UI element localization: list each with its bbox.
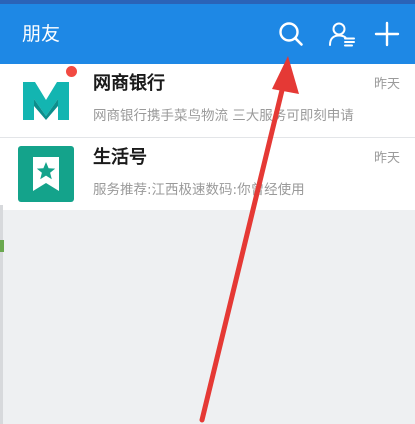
- search-icon[interactable]: [277, 20, 305, 48]
- contact-name: 生活号: [93, 147, 147, 168]
- friends-screen: 朋友 网商银行 昨天 网商银行携手菜鸟物流 三大服务可即刻申请 生活号 昨天 服…: [0, 0, 415, 424]
- mybank-logo: [18, 72, 74, 128]
- contact-time: 昨天: [373, 151, 400, 166]
- page-title: 朋友: [22, 23, 61, 45]
- contacts-icon[interactable]: [328, 20, 356, 48]
- contact-list: 网商银行 昨天 网商银行携手菜鸟物流 三大服务可即刻申请 生活号 昨天 服务推荐…: [0, 64, 415, 210]
- add-icon[interactable]: [373, 20, 401, 48]
- contact-name: 网商银行: [93, 73, 165, 94]
- lifestyle-bookmark-star-icon: [18, 146, 74, 202]
- unread-dot: [65, 65, 78, 78]
- contact-time: 昨天: [373, 77, 400, 92]
- contact-row-mybank[interactable]: 网商银行 昨天 网商银行携手菜鸟物流 三大服务可即刻申请: [0, 64, 415, 137]
- header-accent-strip: [0, 0, 415, 4]
- contact-preview: 网商银行携手菜鸟物流 三大服务可即刻申请: [93, 108, 354, 124]
- header-bar: 朋友: [0, 0, 415, 64]
- contact-preview: 服务推荐:江西极速数码:你曾经使用: [93, 182, 305, 198]
- background-window-marker: [0, 240, 4, 252]
- background-window-edge: [0, 205, 3, 424]
- contact-row-lifestyle[interactable]: 生活号 昨天 服务推荐:江西极速数码:你曾经使用: [0, 137, 415, 210]
